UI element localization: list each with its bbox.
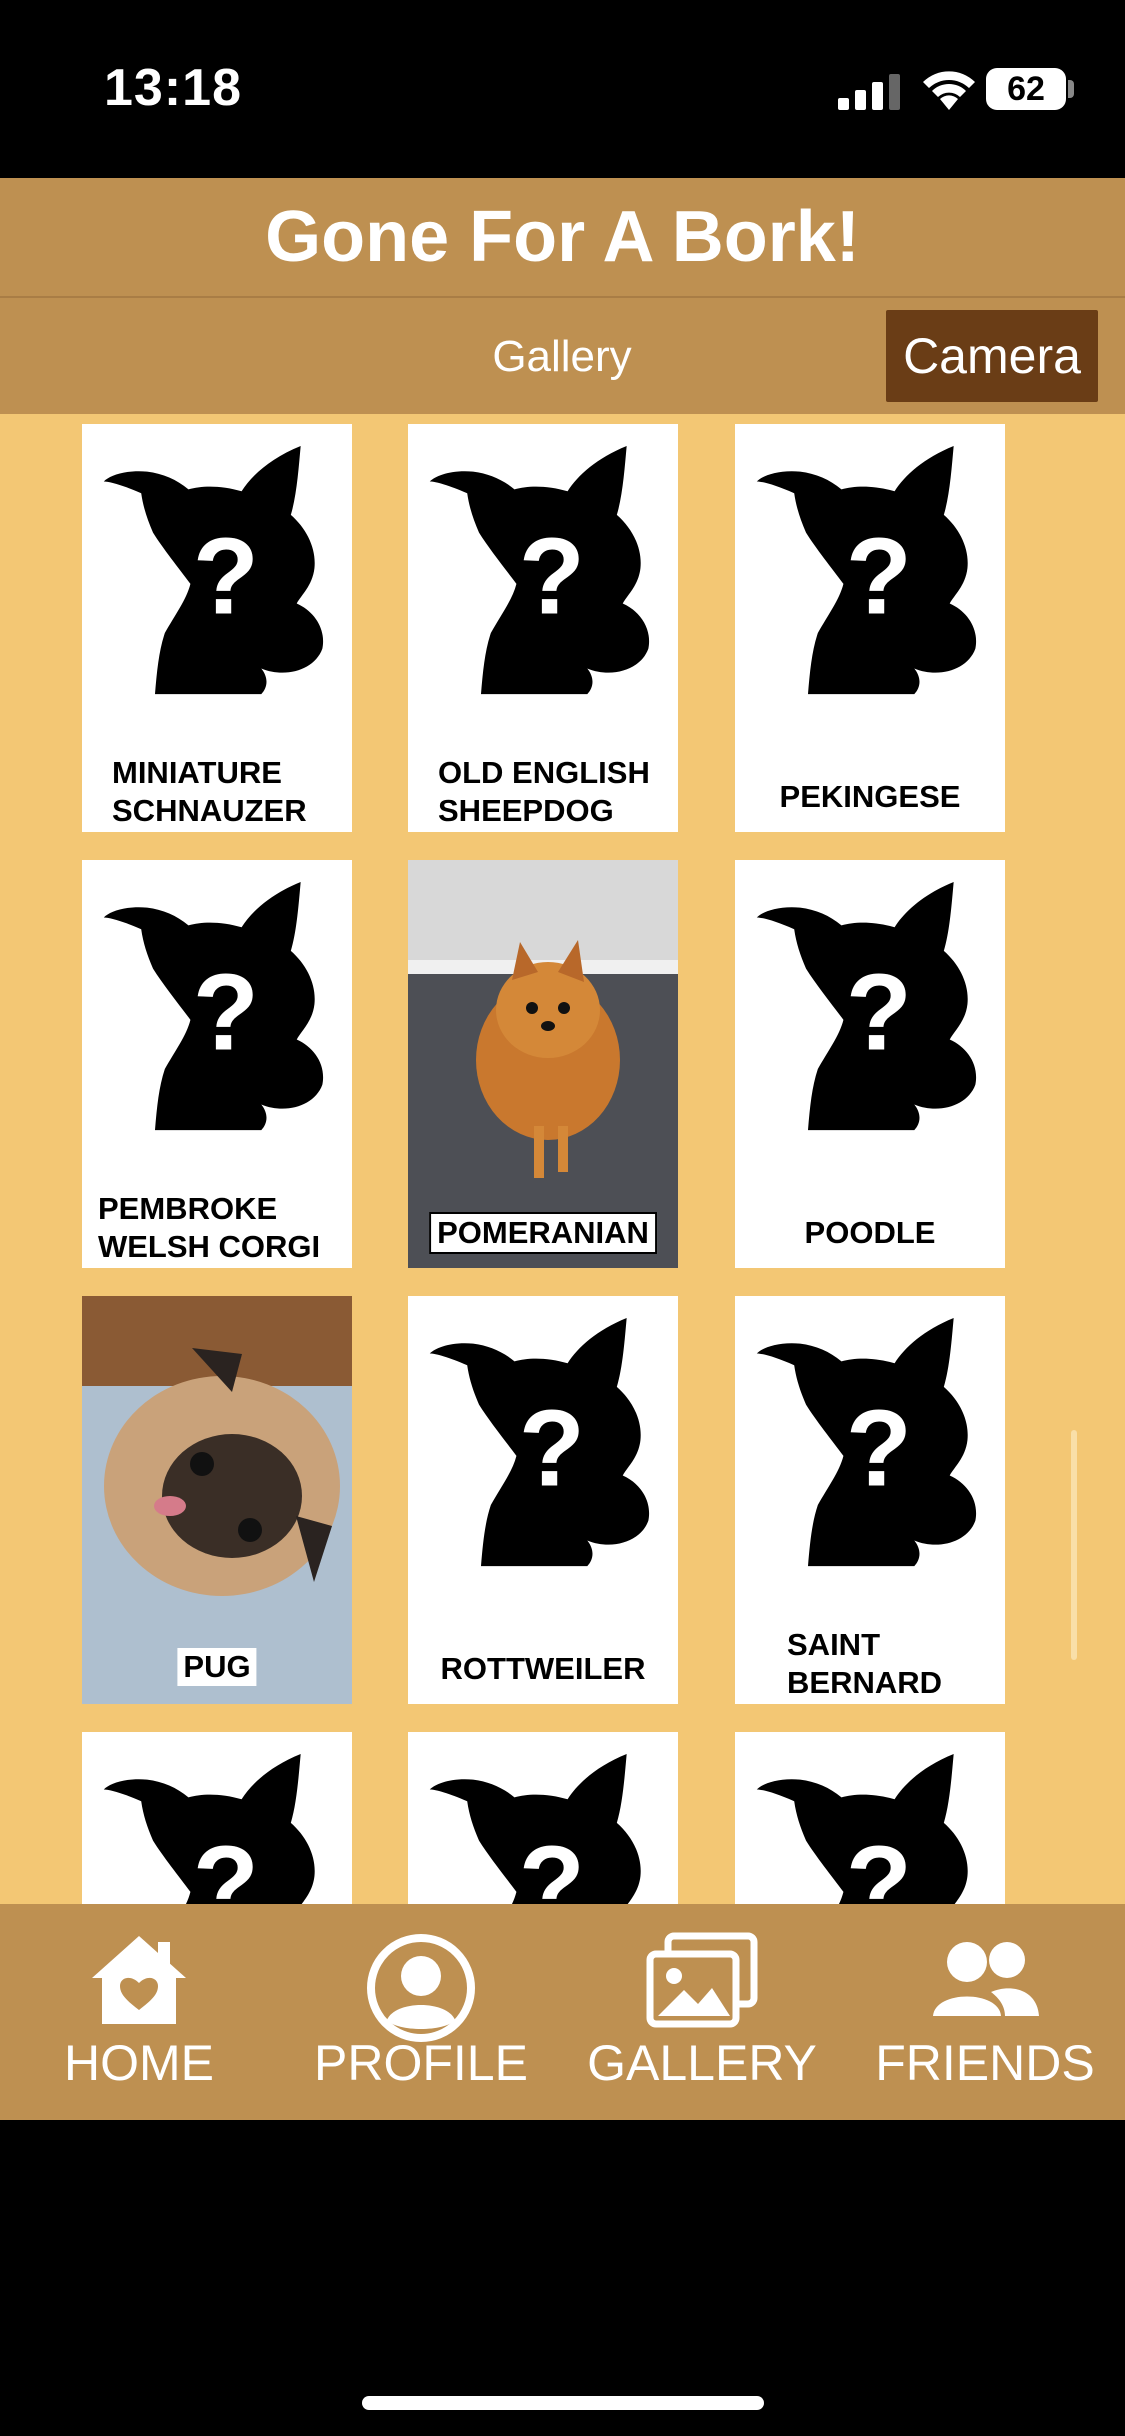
wifi-icon [923,71,975,110]
tab-bar: Gallery Camera [0,296,1125,416]
nav-friends[interactable]: FRIENDS [850,1904,1120,2120]
unknown-dog-icon [756,1754,977,1904]
cellular-signal-icon [838,74,900,110]
pug-photo [82,1296,352,1704]
app-header: Gone For A Bork! [0,178,1125,296]
breed-label: POODLE [804,1215,936,1250]
breed-card-old-english-sheepdog[interactable]: OLD ENGLISH SHEEPDOG [408,424,678,832]
status-time: 13:18 [104,59,242,117]
breed-label: POMERANIAN [429,1212,657,1254]
battery-tip [1068,80,1074,98]
pomeranian-photo [408,860,678,1268]
unknown-dog-icon [103,1754,324,1904]
breed-card-pekingese[interactable]: PEKINGESE [735,424,1005,832]
breed-label: ROTTWEILER [440,1651,646,1686]
nav-home-label: HOME [64,2035,214,2091]
nav-friends-label: FRIENDS [875,2035,1095,2091]
unknown-dog-icon [103,446,324,695]
breed-card-locked[interactable] [82,1732,352,1904]
breed-card-miniature-schnauzer[interactable]: MINIATURE SCHNAUZER [82,424,352,832]
breed-label: MINIATURE SCHNAUZER [112,755,307,828]
home-icon [92,1936,186,2024]
unknown-dog-icon [756,882,977,1131]
status-bar: 13:18 62 [0,0,1125,178]
unknown-dog-icon [756,446,977,695]
nav-profile[interactable]: PROFILE [286,1904,556,2120]
breed-card-pomeranian[interactable]: POMERANIAN [408,860,678,1268]
nav-gallery-label: GALLERY [587,2035,817,2091]
gallery-icon [646,1932,758,2028]
unknown-dog-icon [103,882,324,1131]
breed-card-poodle[interactable]: POODLE [735,860,1005,1268]
battery-level: 62 [986,68,1066,110]
unknown-dog-icon [429,446,650,695]
nav-profile-label: PROFILE [314,2035,528,2091]
profile-icon [367,1934,475,2042]
unknown-dog-icon [429,1318,650,1567]
breed-card-locked[interactable] [408,1732,678,1904]
breed-label: PEMBROKE WELSH CORGI [98,1191,321,1264]
breed-gallery: MINIATURE SCHNAUZER OLD ENGLISH SHEEPDOG… [0,414,1125,1904]
breed-label: OLD ENGLISH SHEEPDOG [438,755,650,828]
nav-gallery[interactable]: GALLERY [567,1904,837,2120]
breed-card-pembroke-welsh-corgi[interactable]: PEMBROKE WELSH CORGI [82,860,352,1268]
tab-camera[interactable]: Camera [886,310,1098,402]
bottom-nav: HOME PROFILE GALLERY FRIENDS [0,1904,1125,2120]
breed-label: SAINT BERNARD [787,1627,942,1700]
app-title: Gone For A Bork! [265,197,860,277]
breed-card-locked[interactable] [735,1732,1005,1904]
scroll-indicator[interactable] [1071,1430,1077,1660]
nav-home[interactable]: HOME [4,1904,274,2120]
tab-gallery[interactable]: Gallery [470,326,654,388]
breed-card-pug[interactable]: PUG [82,1296,352,1704]
breed-card-rottweiler[interactable]: ROTTWEILER [408,1296,678,1704]
breed-label: PEKINGESE [779,779,961,814]
breed-label: PUG [177,1648,257,1686]
unknown-dog-icon [429,1754,650,1904]
breed-card-saint-bernard[interactable]: SAINT BERNARD [735,1296,1005,1704]
home-indicator[interactable] [362,2396,764,2410]
unknown-dog-icon [756,1318,977,1567]
friends-icon [933,1942,1039,2016]
